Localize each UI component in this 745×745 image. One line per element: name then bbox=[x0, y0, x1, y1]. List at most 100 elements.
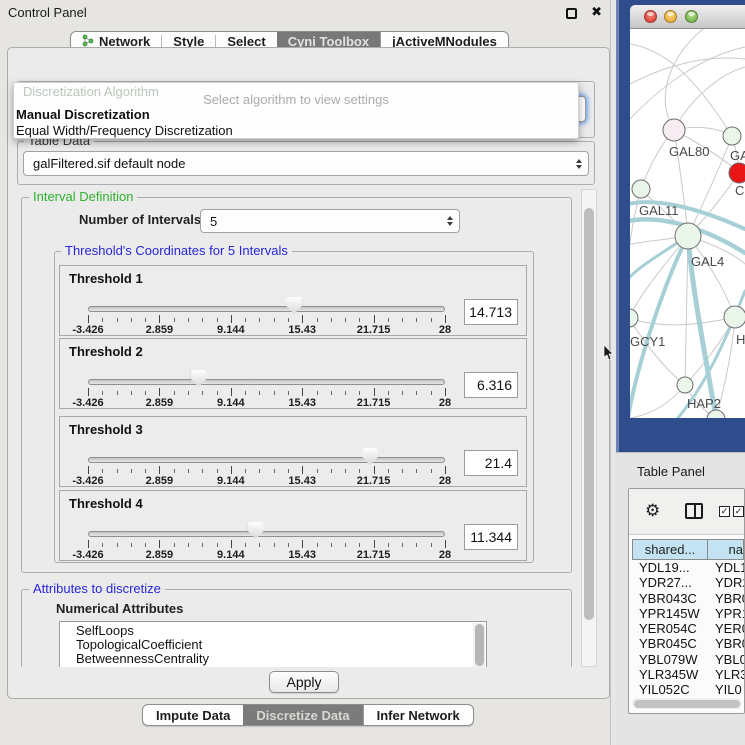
network-node[interactable] bbox=[729, 163, 745, 183]
settings-scrollbar[interactable] bbox=[581, 189, 597, 667]
network-node[interactable] bbox=[677, 377, 693, 393]
column-header-name[interactable]: na bbox=[708, 539, 744, 560]
table-cell[interactable]: YIL052C bbox=[632, 682, 708, 697]
slider-tick bbox=[388, 391, 389, 395]
float-window-icon[interactable] bbox=[566, 8, 577, 19]
slider-tick bbox=[331, 469, 332, 473]
slider-tick bbox=[102, 543, 103, 547]
columns-icon[interactable] bbox=[685, 503, 703, 519]
network-node[interactable] bbox=[663, 119, 685, 141]
attribute-list-item[interactable]: SelfLoops bbox=[60, 624, 486, 638]
network-node[interactable] bbox=[724, 306, 745, 328]
threshold-slider-track[interactable] bbox=[88, 457, 445, 463]
number-of-intervals-combobox[interactable]: 5 bbox=[200, 209, 460, 233]
table-row[interactable]: YDR27...YDR2 bbox=[632, 575, 744, 590]
slider-tick bbox=[402, 391, 403, 395]
column-header-shared[interactable]: shared... bbox=[632, 539, 708, 560]
gear-icon[interactable]: ⚙ bbox=[645, 502, 660, 520]
table-cell[interactable]: YLR345W bbox=[632, 667, 708, 682]
table-data-combobox[interactable]: galFiltered.sif default node bbox=[23, 151, 589, 176]
table-cell[interactable]: YDR27... bbox=[632, 575, 708, 590]
threshold-label: Threshold 4 bbox=[69, 496, 143, 511]
network-node[interactable] bbox=[723, 127, 741, 145]
slider-scale-label: 28 bbox=[439, 324, 451, 336]
threshold-label: Threshold 2 bbox=[69, 344, 143, 359]
scrollbar-thumb[interactable] bbox=[634, 700, 740, 708]
table-cell[interactable]: YBR045C bbox=[632, 636, 708, 651]
network-node[interactable] bbox=[707, 410, 725, 418]
table-cell[interactable]: YER054C bbox=[632, 621, 708, 636]
attribute-list-item[interactable]: BetweennessCentrality bbox=[60, 652, 486, 666]
table-cell[interactable]: YLR3 bbox=[708, 667, 744, 682]
network-canvas[interactable]: GAL80GACGAL11GAL4GCY1HHAP2 bbox=[630, 29, 745, 418]
table-cell[interactable]: YER0 bbox=[708, 621, 744, 636]
threshold-value-field[interactable]: 21.4 bbox=[464, 450, 518, 476]
slider-tick bbox=[288, 469, 289, 473]
close-traffic-light-icon[interactable] bbox=[644, 10, 657, 23]
slider-scale-label: 15.43 bbox=[288, 324, 316, 336]
slider-scale-label: 28 bbox=[439, 397, 451, 409]
slider-tick bbox=[259, 318, 260, 322]
table-row[interactable]: YPR145WYPR1 bbox=[632, 606, 744, 621]
table-cell[interactable]: YIL0 bbox=[708, 682, 744, 697]
table-row[interactable]: YLR345WYLR3 bbox=[632, 667, 744, 682]
node-table: ⚙ ✓ ✓ shared... na YDL19...YDL1YDR27...Y… bbox=[628, 488, 745, 714]
table-cell[interactable]: YBR043C bbox=[632, 591, 708, 606]
table-cell[interactable]: YPR1 bbox=[708, 606, 744, 621]
table-cell[interactable]: YBL079W bbox=[632, 652, 708, 667]
network-node-label: GAL80 bbox=[669, 144, 709, 159]
table-cell[interactable]: YDL1 bbox=[708, 560, 744, 575]
list-scrollbar[interactable] bbox=[473, 623, 485, 667]
numerical-attributes-list[interactable]: SelfLoopsTopologicalCoefficientBetweenne… bbox=[59, 621, 487, 667]
threshold-slider-track[interactable] bbox=[88, 306, 445, 312]
table-row[interactable]: YER054CYER0 bbox=[632, 621, 744, 636]
close-icon[interactable]: ✖ bbox=[591, 4, 602, 20]
table-row[interactable]: YBL079WYBL0 bbox=[632, 652, 744, 667]
table-cell[interactable]: YDL19... bbox=[632, 560, 708, 575]
apply-button[interactable]: Apply bbox=[269, 671, 339, 693]
table-row[interactable]: YBR045CYBR0 bbox=[632, 636, 744, 651]
network-node[interactable] bbox=[630, 309, 638, 327]
tab-label: Infer Network bbox=[377, 708, 460, 723]
tab-impute-data[interactable]: Impute Data bbox=[143, 705, 243, 725]
tab-discretize-data[interactable]: Discretize Data bbox=[243, 705, 362, 725]
network-node[interactable] bbox=[675, 223, 701, 249]
checkbox-icon[interactable]: ✓ bbox=[719, 506, 730, 517]
scrollbar-thumb[interactable] bbox=[584, 208, 594, 620]
threshold-value-field[interactable]: 14.713 bbox=[464, 299, 518, 325]
slider-tick bbox=[188, 543, 189, 547]
threshold-value-field[interactable]: 6.316 bbox=[464, 372, 518, 398]
control-panel-titlebar: Control Panel ✖ bbox=[0, 0, 610, 26]
slider-tick bbox=[159, 315, 160, 323]
minimize-traffic-light-icon[interactable] bbox=[664, 10, 677, 23]
table-row[interactable]: YIL052CYIL0 bbox=[632, 682, 744, 697]
threshold-slider-track[interactable] bbox=[88, 531, 445, 537]
table-cell[interactable]: YBR0 bbox=[708, 636, 744, 651]
attribute-list-item[interactable]: TopologicalCoefficient bbox=[60, 638, 486, 652]
slider-tick bbox=[159, 540, 160, 548]
panel-title: Control Panel bbox=[8, 5, 87, 20]
menu-item-equal-width-frequency[interactable]: Equal Width/Frequency Discretization bbox=[16, 123, 233, 138]
tab-infer-network[interactable]: Infer Network bbox=[363, 705, 473, 725]
table-horizontal-scrollbar[interactable] bbox=[632, 698, 742, 709]
slider-tick bbox=[416, 318, 417, 322]
table-cell[interactable]: YDR2 bbox=[708, 575, 744, 590]
slider-tick bbox=[259, 391, 260, 395]
threshold-value-field[interactable]: 11.344 bbox=[464, 524, 518, 550]
slider-scale: -3.4262.8599.14415.4321.71528 bbox=[88, 475, 445, 486]
zoom-traffic-light-icon[interactable] bbox=[685, 10, 698, 23]
network-node[interactable] bbox=[632, 180, 650, 198]
slider-tick bbox=[217, 543, 218, 547]
table-cell[interactable]: YBL0 bbox=[708, 652, 744, 667]
slider-tick bbox=[388, 543, 389, 547]
table-cell[interactable]: YPR145W bbox=[632, 606, 708, 621]
menu-item-manual-discretization[interactable]: Manual Discretization bbox=[16, 107, 150, 122]
table-cell[interactable]: YBR0 bbox=[708, 591, 744, 606]
checkbox-icon[interactable]: ✓ bbox=[733, 506, 744, 517]
table-row[interactable]: YDL19...YDL1 bbox=[632, 560, 744, 575]
slider-scale-label: 21.715 bbox=[357, 549, 391, 561]
table-row[interactable]: YBR043CYBR0 bbox=[632, 591, 744, 606]
threshold-slider-track[interactable] bbox=[88, 379, 445, 385]
slider-tick bbox=[231, 466, 232, 474]
slider-tick bbox=[217, 469, 218, 473]
